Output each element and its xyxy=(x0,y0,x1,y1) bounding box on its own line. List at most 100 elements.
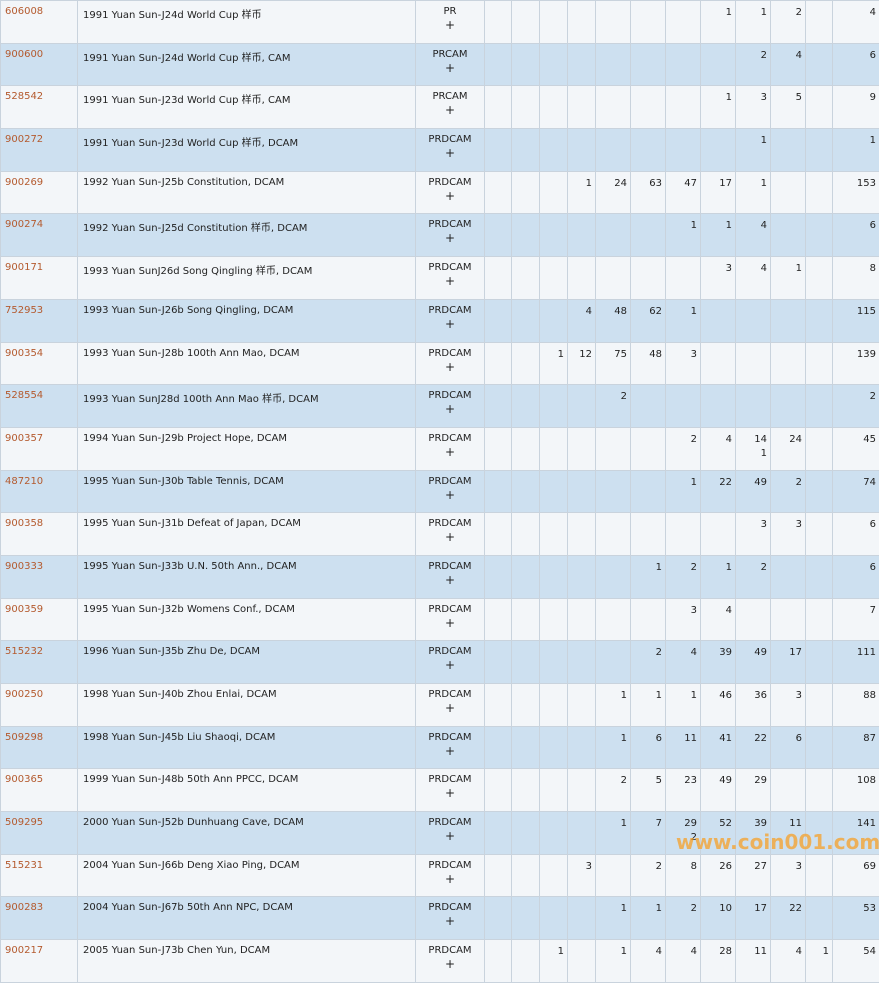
grade-count-cell: 22 xyxy=(736,726,771,769)
grade-count-cell: 29 2 xyxy=(666,812,701,855)
grade-count-cell xyxy=(596,854,631,897)
grade-count-cell: 1 xyxy=(736,129,771,172)
cert-id-link[interactable]: 487210 xyxy=(5,476,43,487)
cert-id-link[interactable]: 900333 xyxy=(5,561,43,572)
designation-cell: PRDCAM+ xyxy=(416,726,485,769)
designation-cell: PRCAM+ xyxy=(416,43,485,86)
grade-count-cell xyxy=(568,385,596,428)
grade-count-cell: 2 xyxy=(736,555,771,598)
cert-id-link[interactable]: 900269 xyxy=(5,177,43,188)
grade-count-cell xyxy=(512,513,540,556)
grade-count: 3 xyxy=(771,860,802,874)
grade-count-cell xyxy=(631,257,666,300)
cert-id-link[interactable]: 509295 xyxy=(5,817,43,828)
designation-label: PRDCAM xyxy=(428,646,471,657)
grade-count-cell: 2 xyxy=(736,43,771,86)
plus-grade-label: + xyxy=(416,873,484,885)
grade-count-cell xyxy=(806,555,833,598)
coin-description: 1998 Yuan Sun-J45b Liu Shaoqi, DCAM xyxy=(78,726,416,769)
grade-count-cell: 24 xyxy=(771,427,806,470)
total-count: 6 xyxy=(833,49,876,63)
total-count-cell: 7 xyxy=(833,598,879,641)
grade-count: 23 xyxy=(666,774,697,788)
cert-id-link[interactable]: 900283 xyxy=(5,902,43,913)
designation-cell: PRDCAM+ xyxy=(416,684,485,727)
cert-id-link[interactable]: 900365 xyxy=(5,774,43,785)
grade-count-cell xyxy=(540,641,568,684)
grade-count: 2 xyxy=(736,561,767,575)
cert-id-link[interactable]: 900272 xyxy=(5,134,43,145)
grade-count-cell xyxy=(485,470,512,513)
grade-count-cell xyxy=(806,342,833,385)
grade-count: 2 xyxy=(596,390,627,404)
designation-label: PRDCAM xyxy=(428,390,471,401)
cert-id-link[interactable]: 515231 xyxy=(5,860,43,871)
grade-count-cell xyxy=(568,470,596,513)
grade-count: 17 xyxy=(771,646,802,660)
total-count: 108 xyxy=(833,774,876,788)
table-row: 5152312004 Yuan Sun-J66b Deng Xiao Ping,… xyxy=(1,854,879,897)
total-count-cell: 53 xyxy=(833,897,879,940)
grade-count-cell: 2 xyxy=(771,1,806,44)
grade-count-cell xyxy=(736,342,771,385)
cert-id-link[interactable]: 900217 xyxy=(5,945,43,956)
grade-count-cell xyxy=(540,598,568,641)
grade-count: 4 xyxy=(771,49,802,63)
grade-count-cell xyxy=(701,43,736,86)
grade-count: 1 xyxy=(701,91,732,105)
grade-count: 3 xyxy=(701,262,732,276)
total-count-cell: 6 xyxy=(833,513,879,556)
cert-id-link[interactable]: 752953 xyxy=(5,305,43,316)
grade-count-cell: 4 xyxy=(631,940,666,983)
coin-description: 1991 Yuan Sun-J23d World Cup 样币, DCAM xyxy=(78,129,416,172)
grade-count-cell xyxy=(666,513,701,556)
grade-count-cell xyxy=(806,897,833,940)
cert-id-cell: 900217 xyxy=(1,940,78,983)
grade-count-cell: 2 xyxy=(666,427,701,470)
cert-id-cell: 900171 xyxy=(1,257,78,300)
grade-count-cell xyxy=(596,555,631,598)
grade-count-cell: 4 xyxy=(736,257,771,300)
grade-count-cell xyxy=(512,940,540,983)
grade-count-cell xyxy=(596,427,631,470)
grade-count: 62 xyxy=(631,305,662,319)
grade-count: 24 xyxy=(596,177,627,191)
cert-id-link[interactable]: 509298 xyxy=(5,732,43,743)
cert-id-link[interactable]: 515232 xyxy=(5,646,43,657)
grade-count: 10 xyxy=(701,902,732,916)
cert-id-link[interactable]: 528542 xyxy=(5,91,43,102)
grade-count-cell xyxy=(485,897,512,940)
designation-cell: PRDCAM+ xyxy=(416,129,485,172)
grade-count-cell: 22 xyxy=(701,470,736,513)
grade-count-cell xyxy=(568,43,596,86)
cert-id-link[interactable]: 900358 xyxy=(5,518,43,529)
grade-count: 26 xyxy=(701,860,732,874)
cert-id-link[interactable]: 900357 xyxy=(5,433,43,444)
grade-count-cell xyxy=(631,470,666,513)
designation-cell: PRDCAM+ xyxy=(416,812,485,855)
grade-count-cell: 4 xyxy=(771,940,806,983)
grade-count-cell xyxy=(568,214,596,257)
grade-count: 48 xyxy=(631,348,662,362)
total-count-cell: 8 xyxy=(833,257,879,300)
coin-description: 1993 Yuan SunJ28d 100th Ann Mao 样币, DCAM xyxy=(78,385,416,428)
plus-grade-label: + xyxy=(416,830,484,842)
total-count: 54 xyxy=(833,945,876,959)
cert-id-link[interactable]: 900171 xyxy=(5,262,43,273)
cert-id-link[interactable]: 900274 xyxy=(5,219,43,230)
grade-count-cell xyxy=(512,854,540,897)
cert-id-link[interactable]: 606008 xyxy=(5,6,43,17)
grade-count-cell xyxy=(806,513,833,556)
cert-id-link[interactable]: 900600 xyxy=(5,49,43,60)
cert-id-link[interactable]: 528554 xyxy=(5,390,43,401)
cert-id-link[interactable]: 900354 xyxy=(5,348,43,359)
grade-count-cell xyxy=(806,684,833,727)
grade-count-cell: 1 xyxy=(736,171,771,214)
total-count-cell: 1 xyxy=(833,129,879,172)
table-row: 6060081991 Yuan Sun-J24d World Cup 样币PR+… xyxy=(1,1,879,44)
grade-count-cell: 41 xyxy=(701,726,736,769)
cert-id-link[interactable]: 900359 xyxy=(5,604,43,615)
cert-id-link[interactable]: 900250 xyxy=(5,689,43,700)
grade-count: 1 xyxy=(736,6,767,20)
table-row: 9003331995 Yuan Sun-J33b U.N. 50th Ann.,… xyxy=(1,555,879,598)
